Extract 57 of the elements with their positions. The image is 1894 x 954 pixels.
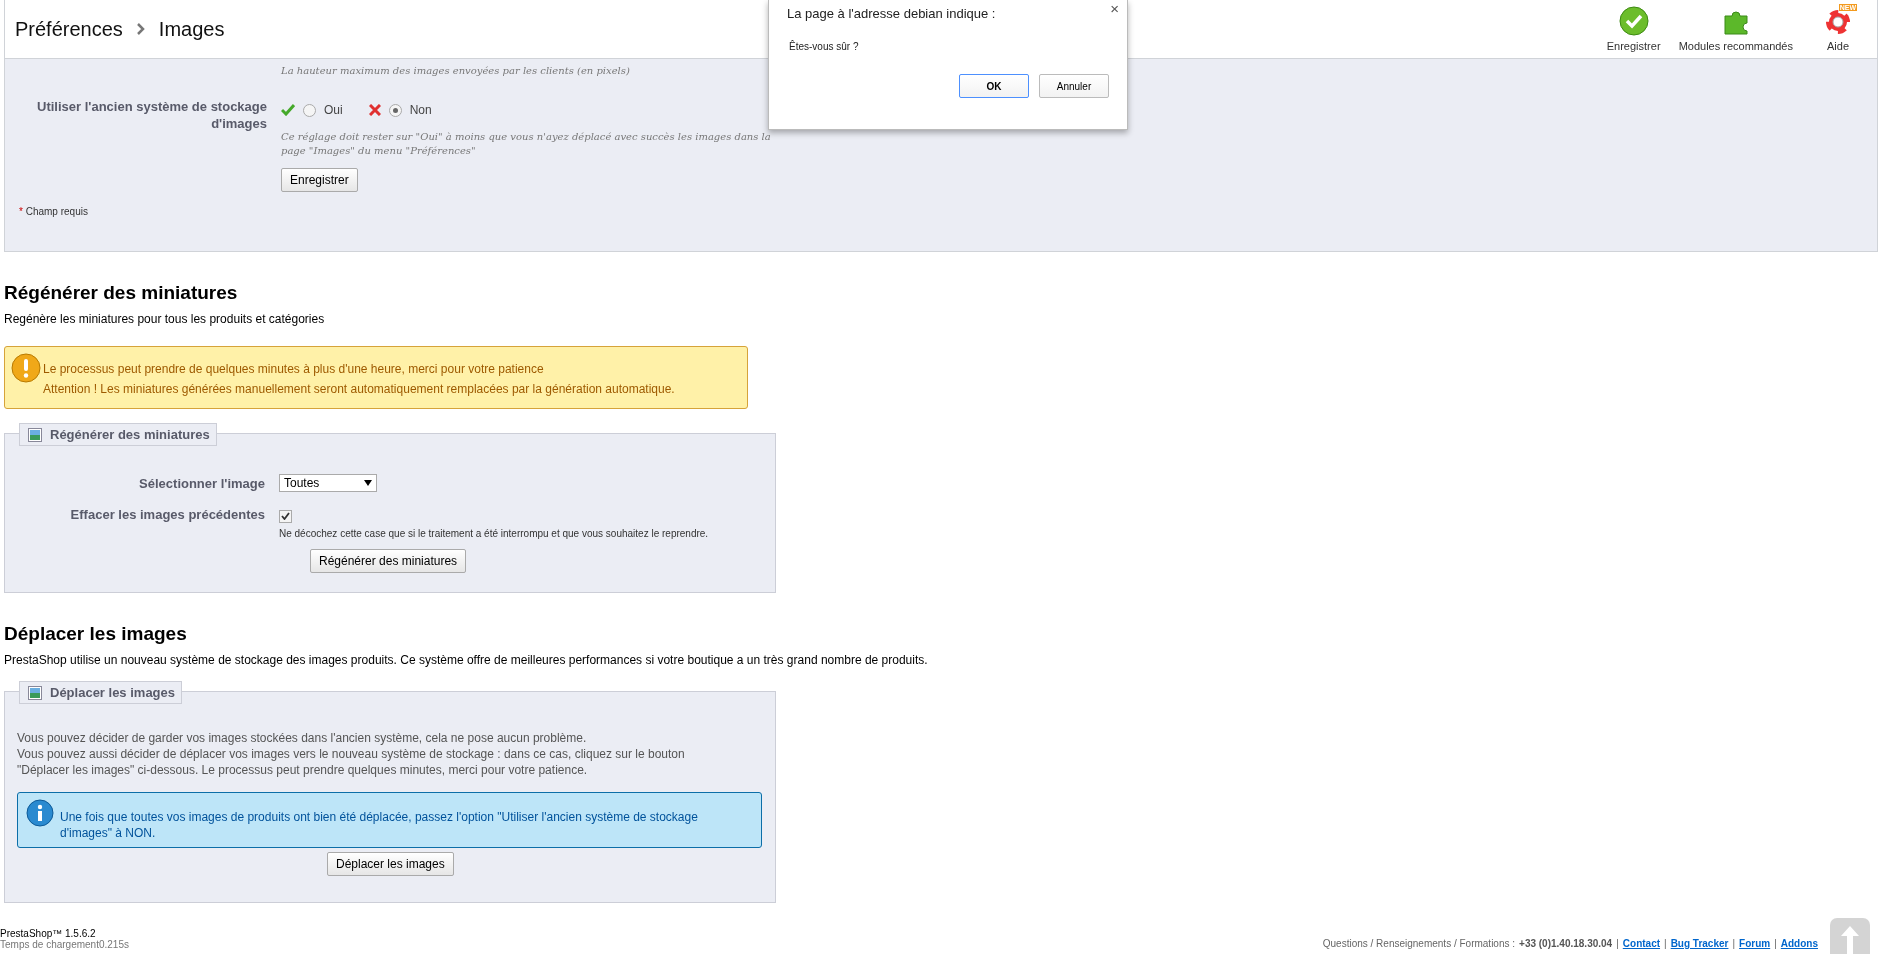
chevron-icon [136,23,145,35]
move-images-button[interactable]: Déplacer les images [327,852,454,876]
regenerate-button[interactable]: Régénérer des miniatures [310,549,467,573]
footer-link[interactable]: Forum [1739,938,1771,949]
image-icon [28,427,42,442]
image-icon [28,685,42,700]
field-label: Effacer les images précédentes [69,506,266,523]
radio-button[interactable] [388,103,402,117]
paragraph: Vous pouvez décider de garder vos images stockées dans l'ancien système, cela ne pose aucun problème. [17,730,588,746]
dialog-message: Êtes-vous sûr ? [789,41,860,52]
legend-text: Déplacer les images [50,685,176,700]
dialog-button[interactable]: Annuler [1039,74,1109,98]
separator: | [1732,938,1736,949]
toolbar-button[interactable]: Modules recommandés [1678,6,1793,52]
contact-text: Questions / Renseignements / Formations : [1322,938,1516,949]
legend-text: Régénérer des miniatures [50,427,210,442]
info-text: Une fois que toutes vos images de produits ont bien été déplacée, passez l'option "Utiliser l'ancien système de stockage d'images" à NON. [60,809,699,841]
toolbar-button[interactable]: Enregistrer [1606,6,1661,52]
field-label: Utiliser l'ancien système de stockage d'images [36,98,268,132]
warning-text: Attention ! Les miniatures générées manuellement seront automatiquement remplacées par la génération automatique. [43,382,675,396]
radio-label[interactable]: Non [409,103,432,117]
section-description: PrestaShop utilise un nouveau système de stockage des images produits. Ce système offre de meilleures performances si votre boutique a un très grand nombre de produits. [4,653,929,667]
version-text: PrestaShop™ 1.5.6.2 [0,928,96,939]
breadcrumb-section[interactable]: Préférences [15,17,123,41]
checkbox[interactable] [279,509,292,523]
separator: | [1664,938,1667,949]
load-time: Temps de chargement0.215s [0,939,129,950]
field-hint: Ce réglage doit rester sur "Oui" à moins que vous n'ayez déplacé avec succès les images dans la page "Images" du menu "Préférences" [281,130,772,158]
radio-label[interactable]: Oui [324,103,343,117]
separator: | [1774,938,1777,949]
dialog-title: La page à l'adresse debian indique : [787,6,997,21]
footer-link[interactable]: Bug Tracker [1670,938,1729,949]
radio-button[interactable] [303,103,316,117]
check-circle-icon [1618,6,1649,36]
cross-icon [368,104,381,116]
save-button[interactable]: Enregistrer [281,168,358,192]
dialog-button[interactable]: OK [959,74,1029,98]
image-select[interactable]: Toutes [279,474,377,492]
footer-link[interactable]: Addons [1780,938,1818,949]
warning-icon [11,353,41,383]
check-icon [281,104,295,116]
info-icon [26,799,54,827]
paragraph: Vous pouvez aussi décider de déplacer vos images vers le nouveau système de stockage : dans ce cas, cliquez sur le bouton "Déplacer les images" ci-dessous. Le processus peut prendre quelques minutes, merci pour votre patience. [17,746,686,778]
section-title: Déplacer les images [4,623,188,645]
caret-icon [364,480,372,486]
footer-link[interactable]: Contact [1622,938,1661,949]
section-description: Regénère les miniatures pour tous les produits et catégories [4,312,326,326]
phone-number: +33 (0)1.40.18.30.04 [1519,938,1613,949]
field-hint: Ne décochez cette case que si le traitement a été interrompu et que vous souhaitez le reprendre. [279,528,709,539]
field-label: Sélectionner l'image [138,474,266,492]
required-note: * Champ requis [19,206,89,217]
warning-text: Le processus peut prendre de quelques minutes à plus d'une heure, merci pour votre patience [43,362,545,376]
section-title: Régénérer des miniatures [4,282,239,304]
separator: | [1616,938,1619,949]
close-button[interactable]: × [1110,0,1119,17]
breadcrumb-page: Images [158,17,225,41]
field-hint: La hauteur maximum des images envoyées par les clients (en pixels) [281,64,631,78]
